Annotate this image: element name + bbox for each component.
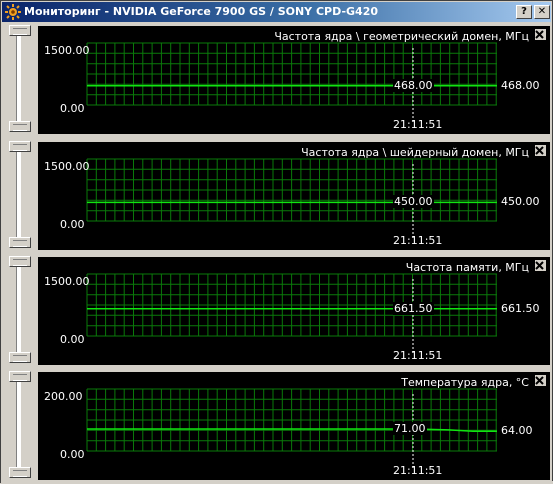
cursor-time-label: 21:11:51 — [393, 234, 443, 247]
close-panel-button[interactable] — [534, 28, 547, 41]
monitoring-window: Мониторинг - NVIDIA GeForce 7900 GS / SO… — [0, 0, 553, 484]
graph-title: Температура ядра, °С — [401, 376, 529, 389]
y-axis-max-label: 200.00 — [44, 390, 83, 403]
graph-title: Частота ядра \ геометрический домен, МГц — [274, 30, 529, 43]
graph-title: Частота ядра \ шейдерный домен, МГц — [301, 146, 529, 159]
close-panel-button[interactable] — [534, 374, 547, 387]
title-bar[interactable]: Мониторинг - NVIDIA GeForce 7900 GS / SO… — [2, 2, 551, 22]
range-slider-track[interactable] — [16, 261, 21, 359]
close-icon — [535, 376, 544, 385]
cursor-time-label: 21:11:51 — [393, 464, 443, 477]
graph-area: Частота ядра \ шейдерный домен, МГц 1500.… — [38, 142, 550, 250]
close-panel-button[interactable] — [534, 259, 547, 272]
current-value-label: 661.50 — [501, 301, 540, 315]
window-title: Мониторинг - NVIDIA GeForce 7900 GS / SO… — [24, 5, 378, 18]
range-slider-track[interactable] — [16, 376, 21, 474]
app-icon — [5, 4, 21, 20]
close-panel-button[interactable] — [534, 144, 547, 157]
cursor-time-label: 21:11:51 — [393, 349, 443, 362]
y-axis-min-label: 0.00 — [60, 448, 85, 461]
cursor-time-label: 21:11:51 — [393, 118, 443, 131]
range-min-thumb[interactable] — [9, 237, 31, 248]
close-icon — [535, 30, 544, 39]
range-max-thumb[interactable] — [9, 25, 31, 36]
monitor-panel: Частота памяти, МГц 1500.00 0.00 661.50 661.… — [1, 254, 553, 367]
monitor-panel: Частота ядра \ геометрический домен, МГц… — [1, 23, 553, 136]
graph-area: Температура ядра, °С 200.00 0.00 71.00 64.00… — [38, 372, 550, 480]
cursor-value-label: 661.50 — [393, 301, 434, 315]
current-value-label: 64.00 — [501, 424, 533, 438]
help-button[interactable]: ? — [516, 5, 532, 19]
range-max-thumb[interactable] — [9, 371, 31, 382]
y-axis-min-label: 0.00 — [60, 102, 85, 115]
cursor-value-label: 71.00 — [393, 422, 427, 436]
y-axis-max-label: 1500.00 — [44, 275, 90, 288]
current-value-label: 468.00 — [501, 78, 540, 92]
range-max-thumb[interactable] — [9, 141, 31, 152]
y-axis-min-label: 0.00 — [60, 218, 85, 231]
y-axis-max-label: 1500.00 — [44, 160, 90, 173]
y-axis-max-label: 1500.00 — [44, 44, 90, 57]
range-slider-track[interactable] — [16, 30, 21, 128]
monitor-panel: Температура ядра, °С 200.00 0.00 71.00 64.00… — [1, 369, 553, 482]
close-window-button[interactable]: ✕ — [534, 5, 550, 19]
range-min-thumb[interactable] — [9, 467, 31, 478]
current-value-label: 450.00 — [501, 195, 540, 209]
range-min-thumb[interactable] — [9, 121, 31, 132]
monitor-panel: Частота ядра \ шейдерный домен, МГц 1500.… — [1, 139, 553, 252]
close-icon — [535, 261, 544, 270]
range-slider-track[interactable] — [16, 146, 21, 244]
graph-area: Частота ядра \ геометрический домен, МГц… — [38, 26, 550, 134]
range-max-thumb[interactable] — [9, 256, 31, 267]
close-icon — [535, 146, 544, 155]
y-axis-min-label: 0.00 — [60, 333, 85, 346]
cursor-value-label: 450.00 — [393, 195, 434, 209]
graph-title: Частота памяти, МГц — [405, 261, 529, 274]
range-min-thumb[interactable] — [9, 352, 31, 363]
graph-area: Частота памяти, МГц 1500.00 0.00 661.50 661.… — [38, 257, 550, 365]
cursor-value-label: 468.00 — [393, 78, 434, 92]
